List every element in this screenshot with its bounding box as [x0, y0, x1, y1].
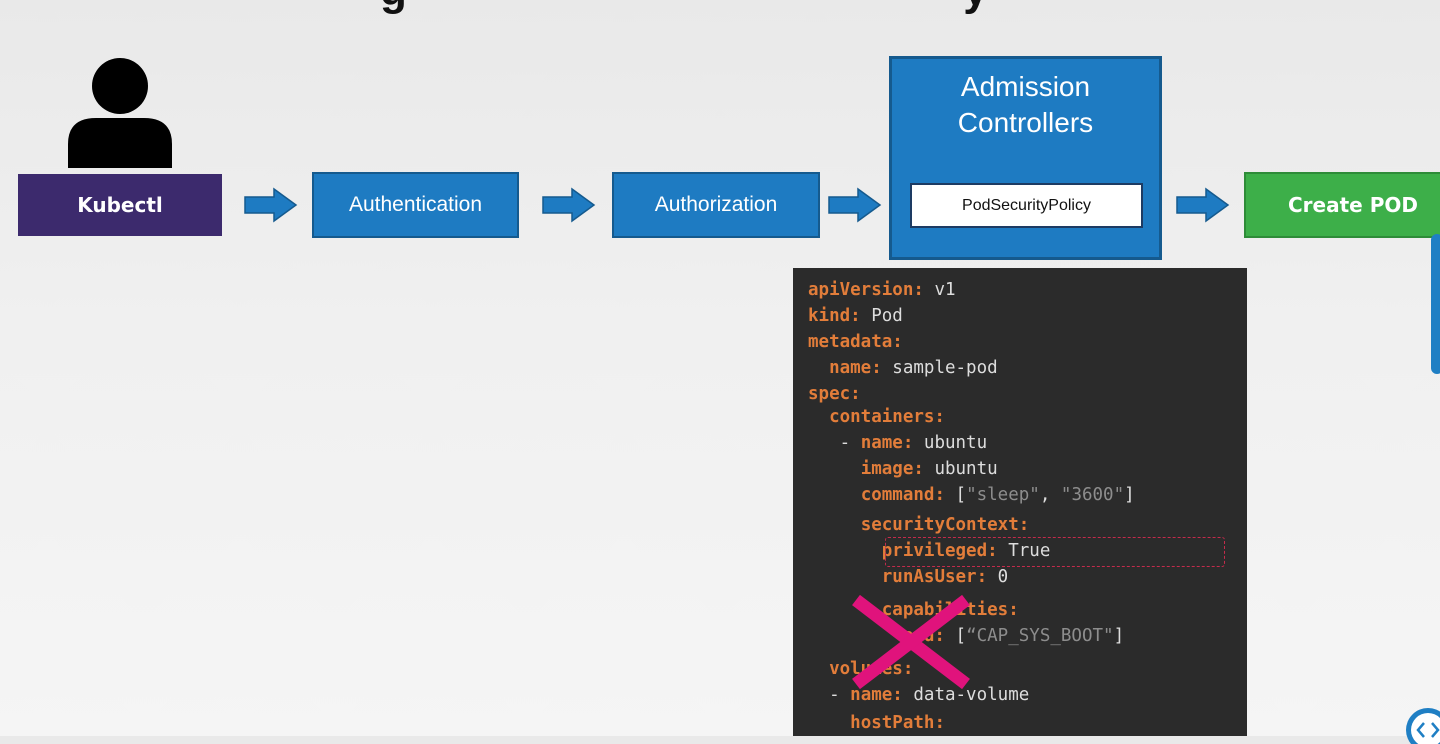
create-pod-box: Create POD [1244, 172, 1440, 238]
code-view-icon[interactable] [1398, 700, 1440, 744]
code-line: - name: ubuntu [839, 433, 988, 453]
code-line: command: ["sleep", "3600"] [860, 485, 1135, 505]
arrow-right-icon [542, 187, 596, 223]
privileged-highlight-box [885, 537, 1225, 567]
code-line: containers: [829, 407, 945, 427]
authentication-label: Authentication [348, 193, 483, 216]
admission-controllers-title: Admission Controllers [892, 69, 1159, 141]
code-line: hostPath: [850, 713, 945, 733]
code-line: spec: [808, 384, 861, 404]
admission-controllers-box: Admission Controllers PodSecurityPolicy [889, 56, 1162, 260]
code-line: name: sample-pod [829, 358, 998, 378]
kubectl-label: Kubectl [77, 193, 163, 217]
kubectl-box: Kubectl [18, 174, 222, 236]
slide-title-fragment: g y [380, 0, 989, 16]
arrow-right-icon [244, 187, 298, 223]
side-scroll-handle[interactable] [1431, 234, 1440, 374]
pod-security-policy-label: PodSecurityPolicy [962, 196, 1091, 214]
cross-icon [852, 594, 970, 690]
code-line: kind: Pod [808, 306, 903, 326]
arrow-right-icon [828, 187, 882, 223]
code-line: securityContext: [860, 515, 1030, 535]
admission-title-line-2: Controllers [957, 107, 1094, 138]
authorization-label: Authorization [654, 193, 778, 216]
code-line: metadata: [808, 332, 903, 352]
create-pod-label: Create POD [1288, 193, 1418, 217]
code-line: image: ubuntu [860, 459, 998, 479]
admission-title-line-1: Admission [960, 71, 1091, 102]
user-icon [68, 58, 172, 168]
arrow-right-icon [1176, 187, 1230, 223]
authentication-box: Authentication [312, 172, 519, 238]
authorization-box: Authorization [612, 172, 820, 238]
code-line: runAsUser: 0 [881, 567, 1009, 587]
code-line: apiVersion: v1 [808, 280, 956, 300]
pod-security-policy-box: PodSecurityPolicy [910, 183, 1143, 228]
